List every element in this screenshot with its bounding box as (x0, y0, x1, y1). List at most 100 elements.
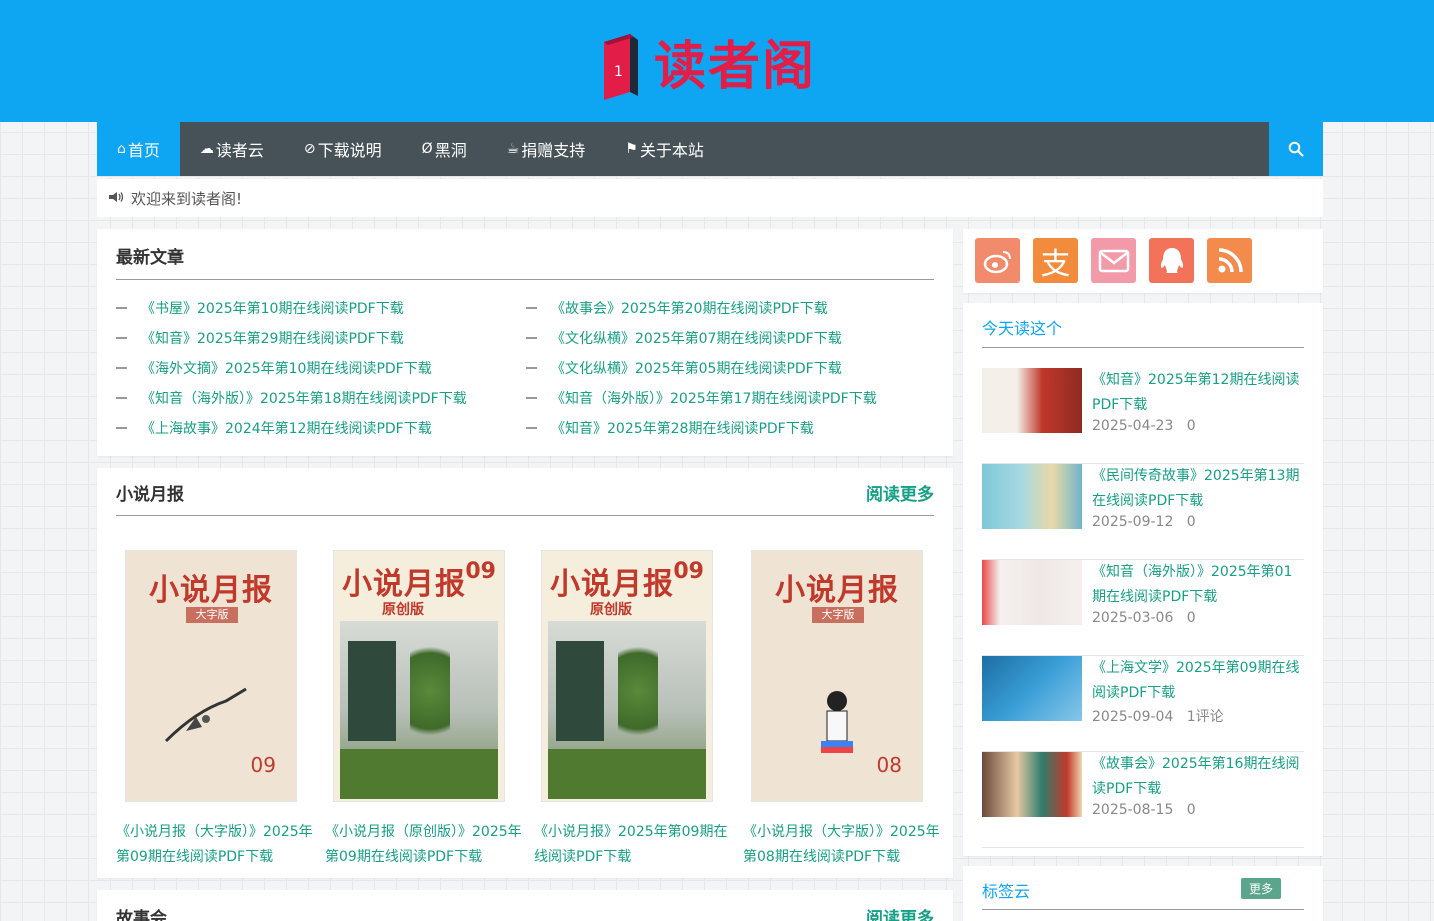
home-icon: ⌂ (117, 141, 126, 157)
book-caption[interactable]: 《小说月报（大字版）》2025年第08期在线阅读PDF下载 (743, 820, 943, 870)
item-title[interactable]: 《知音（海外版）》2025年第01期在线阅读PDF下载 (1092, 560, 1304, 610)
item-comments: 0 (1186, 802, 1196, 818)
article-link[interactable]: 《知音（海外版）》2025年第18期在线阅读PDF下载 (141, 388, 467, 408)
list-item[interactable]: 《上海文学》2025年第09期在线阅读PDF下载 2025-09-04 1评论 (982, 656, 1304, 752)
divider (982, 347, 1304, 348)
nav-blackhole[interactable]: Ø 黑洞 (402, 122, 487, 176)
cover-photo (548, 621, 706, 799)
item-date: 2025-03-06 (1092, 610, 1174, 626)
section-title: 最新文章 (116, 248, 184, 268)
mail-icon[interactable] (1091, 238, 1136, 283)
cover-illustration (821, 691, 853, 753)
article-link[interactable]: 《书屋》2025年第10期在线阅读PDF下载 (141, 298, 404, 318)
item-meta: 2025-04-23 0 (1092, 418, 1196, 434)
cover-issue: 08 (876, 753, 902, 777)
svg-text:1: 1 (614, 64, 623, 80)
rss-icon[interactable] (1207, 238, 1252, 283)
notice-text: 欢迎来到读者阁! (131, 189, 243, 208)
cover-title: 小说月报 (775, 573, 899, 608)
book-caption[interactable]: 《小说月报（大字版）》2025年第09期在线阅读PDF下载 (116, 820, 316, 870)
nav-download-guide[interactable]: ⊘ 下载说明 (284, 122, 402, 176)
notice-bar: 欢迎来到读者阁! (97, 179, 1323, 217)
coffee-icon: ☕ (506, 141, 520, 157)
section-title: 小说月报 (116, 485, 184, 505)
article-link[interactable]: 《知音》2025年第29期在线阅读PDF下载 (141, 328, 404, 348)
logo-text: 读者阁 (654, 36, 817, 97)
list-item[interactable]: 《民间传奇故事》2025年第13期在线阅读PDF下载 2025-09-12 0 (982, 464, 1304, 560)
site-header: 1 读者阁 (0, 0, 1434, 122)
article-link[interactable]: 《知音》2025年第28期在线阅读PDF下载 (551, 418, 814, 438)
today-panel: 今天读这个 《知音》2025年第12期在线阅读PDF下载 2025-04-23 … (963, 303, 1323, 856)
divider (982, 909, 1304, 910)
nav-label: 关于本站 (639, 141, 704, 160)
list-item: 《文化纵横》2025年第07期在线阅读PDF下载 (526, 323, 877, 353)
read-more-link[interactable]: 阅读更多 (866, 480, 934, 505)
site-logo[interactable]: 1 读者阁 (600, 30, 830, 104)
article-link[interactable]: 《知音（海外版）》2025年第17期在线阅读PDF下载 (551, 388, 877, 408)
nav-home[interactable]: ⌂ 首页 (97, 122, 180, 176)
book-cover[interactable]: 小说月报 09 原创版 (333, 550, 505, 802)
article-link[interactable]: 《故事会》2025年第20期在线阅读PDF下载 (551, 298, 828, 318)
thumbnail (982, 656, 1082, 721)
item-comments: 0 (1186, 514, 1196, 530)
book-cover[interactable]: 小说月报 09 原创版 (541, 550, 713, 802)
cover-edition: 原创版 (382, 602, 424, 618)
book-caption[interactable]: 《小说月报》2025年第09期在线阅读PDF下载 (534, 820, 734, 870)
alipay-icon[interactable]: 支 (1033, 238, 1078, 283)
list-item[interactable]: 《知音》2025年第12期在线阅读PDF下载 2025-04-23 0 (982, 368, 1304, 464)
nav-label: 读者云 (215, 141, 264, 160)
cover-edition: 大字版 (186, 607, 238, 623)
article-link[interactable]: 《文化纵横》2025年第05期在线阅读PDF下载 (551, 358, 842, 378)
blackhole-icon: Ø (421, 141, 433, 157)
item-date: 2025-04-23 (1092, 418, 1174, 434)
article-link[interactable]: 《文化纵横》2025年第07期在线阅读PDF下载 (551, 328, 842, 348)
item-meta: 2025-08-15 0 (1092, 802, 1196, 818)
speaker-icon (109, 189, 125, 207)
divider (116, 515, 934, 516)
book-cover[interactable]: 小说月报 大字版 09 (125, 550, 297, 802)
nav-label: 黑洞 (434, 141, 467, 160)
nav-reader-cloud[interactable]: ☁ 读者云 (180, 122, 284, 176)
cover-edition: 大字版 (812, 607, 864, 623)
read-more-link[interactable]: 阅读更多 (866, 904, 934, 921)
latest-articles-panel: 最新文章 《书屋》2025年第10期在线阅读PDF下载 《知音》2025年第29… (97, 229, 953, 456)
latest-list-right: 《故事会》2025年第20期在线阅读PDF下载 《文化纵横》2025年第07期在… (526, 293, 877, 443)
list-item: 《海外文摘》2025年第10期在线阅读PDF下载 (116, 353, 467, 383)
item-comments: 1评论 (1186, 709, 1224, 725)
list-item: 《知音》2025年第29期在线阅读PDF下载 (116, 323, 467, 353)
nav-about[interactable]: ⚑ 关于本站 (605, 122, 724, 176)
weibo-icon[interactable] (975, 238, 1020, 283)
search-button[interactable] (1269, 122, 1323, 176)
story-panel: 故事会 阅读更多 (97, 890, 953, 921)
section-title: 故事会 (116, 909, 167, 921)
book-cover[interactable]: 小说月报 大字版 08 (751, 550, 923, 802)
article-link[interactable]: 《上海故事》2024年第12期在线阅读PDF下载 (141, 418, 432, 438)
cover-photo (340, 621, 498, 799)
list-item: 《书屋》2025年第10期在线阅读PDF下载 (116, 293, 467, 323)
list-item[interactable]: 《故事会》2025年第16期在线阅读PDF下载 2025-08-15 0 (982, 752, 1304, 848)
search-icon (1288, 141, 1304, 157)
book-caption[interactable]: 《小说月报（原创版）》2025年第09期在线阅读PDF下载 (325, 820, 525, 870)
item-meta: 2025-09-04 1评论 (1092, 706, 1224, 726)
latest-list-left: 《书屋》2025年第10期在线阅读PDF下载 《知音》2025年第29期在线阅读… (116, 293, 467, 443)
list-item[interactable]: 《知音（海外版）》2025年第01期在线阅读PDF下载 2025-03-06 0 (982, 560, 1304, 656)
item-title[interactable]: 《上海文学》2025年第09期在线阅读PDF下载 (1092, 656, 1304, 706)
social-panel: 支 (963, 229, 1323, 293)
item-title[interactable]: 《知音》2025年第12期在线阅读PDF下载 (1092, 368, 1304, 418)
article-link[interactable]: 《海外文摘》2025年第10期在线阅读PDF下载 (141, 358, 432, 378)
thumbnail (982, 368, 1082, 433)
compass-icon: ⊘ (303, 141, 316, 157)
divider (116, 279, 934, 280)
thumbnail (982, 752, 1082, 817)
cover-issue: 09 (465, 559, 496, 584)
nav-donate[interactable]: ☕ 捐赠支持 (487, 122, 606, 176)
item-title[interactable]: 《民间传奇故事》2025年第13期在线阅读PDF下载 (1092, 464, 1304, 514)
section-title: 今天读这个 (982, 319, 1063, 338)
nav-label: 首页 (127, 141, 160, 160)
main-nav: ⌂ 首页 ☁ 读者云 ⊘ 下载说明 Ø 黑洞 ☕ 捐赠支持 ⚑ 关于本站 (97, 122, 1323, 176)
more-button[interactable]: 更多 (1240, 878, 1281, 899)
qq-icon[interactable] (1149, 238, 1194, 283)
novel-monthly-panel: 小说月报 阅读更多 小说月报 大字版 09 《小说月报（大字版）》2025年第0… (97, 468, 953, 878)
section-title: 标签云 (982, 882, 1031, 901)
item-title[interactable]: 《故事会》2025年第16期在线阅读PDF下载 (1092, 752, 1304, 802)
